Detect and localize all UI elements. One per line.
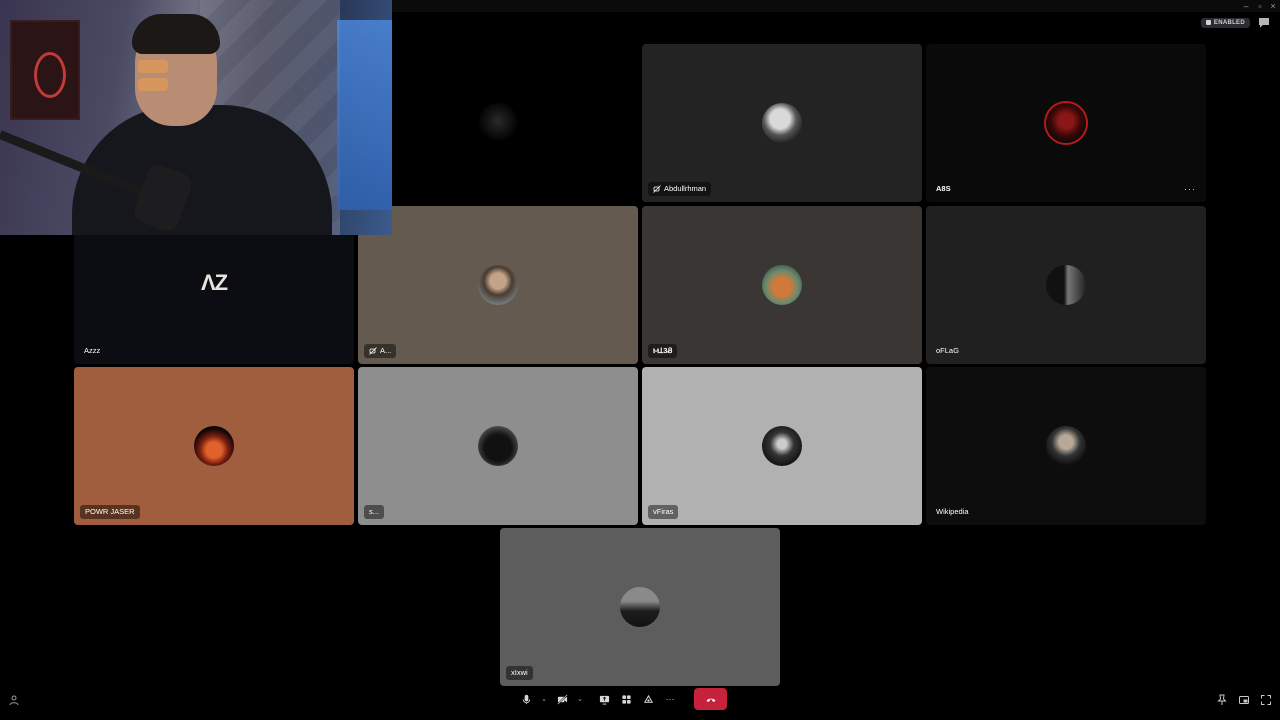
pin-icon[interactable] bbox=[1216, 693, 1228, 705]
participant-tile[interactable]: Abdullrhman bbox=[642, 44, 922, 202]
participant-name-tag: ⲘꞱ3Ᏸ bbox=[648, 344, 678, 358]
participant-name: Wikipedia bbox=[936, 507, 969, 516]
webcam-overlay bbox=[0, 0, 392, 235]
participant-tile[interactable] bbox=[358, 44, 638, 202]
participant-tile[interactable]: A... bbox=[358, 206, 638, 364]
camera-off-icon bbox=[369, 347, 377, 355]
camera-off-icon bbox=[653, 185, 661, 193]
avatar bbox=[762, 265, 802, 305]
participant-name-tag: Wikipedia bbox=[932, 505, 973, 519]
more-options-icon[interactable]: ··· bbox=[662, 691, 678, 707]
participant-tile[interactable]: s... bbox=[358, 367, 638, 525]
activities-icon[interactable] bbox=[618, 691, 634, 707]
participant-name: POWR JASER bbox=[85, 507, 135, 516]
participant-name-tag: s... bbox=[364, 505, 385, 519]
top-right-actions: ENABLED bbox=[1200, 17, 1270, 28]
participant-name: Azzz bbox=[84, 346, 101, 355]
participant-name: vFiras bbox=[653, 507, 674, 516]
avatar-logo: ΛZ bbox=[200, 270, 228, 295]
participant-name-tag: A... bbox=[364, 344, 397, 358]
status-badge-label: ENABLED bbox=[1213, 19, 1245, 26]
avatar bbox=[1046, 103, 1086, 143]
avatar bbox=[478, 265, 518, 305]
participant-name: ⲘꞱ3Ᏸ bbox=[653, 346, 673, 355]
participant-name: A... bbox=[380, 346, 392, 355]
avatar bbox=[1046, 265, 1086, 305]
participant-name-tag: Abdullrhman bbox=[648, 182, 712, 196]
participant-name: xIxwi bbox=[511, 668, 528, 677]
chevron-down-icon[interactable]: ⌄ bbox=[540, 695, 548, 703]
more-options-icon[interactable]: ··· bbox=[1184, 184, 1196, 194]
avatar bbox=[1046, 426, 1086, 466]
end-call-button[interactable] bbox=[694, 688, 727, 710]
cam-glasses bbox=[138, 60, 214, 91]
participant-tile[interactable]: A8S ··· bbox=[926, 44, 1206, 202]
cam-poster bbox=[10, 20, 80, 120]
cam-blue-light bbox=[337, 20, 392, 210]
avatar bbox=[620, 587, 660, 627]
avatar bbox=[194, 426, 234, 466]
participant-tile[interactable]: Wikipedia bbox=[926, 367, 1206, 525]
participant-name-tag: A8S bbox=[932, 182, 955, 196]
voice-settings-icon[interactable] bbox=[8, 693, 20, 706]
participant-name: A8S bbox=[936, 184, 951, 193]
chevron-down-icon[interactable]: ⌄ bbox=[576, 695, 584, 703]
close-icon[interactable]: × bbox=[1267, 1, 1279, 11]
participant-name: Abdullrhman bbox=[664, 184, 707, 193]
microphone-icon[interactable] bbox=[518, 691, 534, 707]
participant-tile[interactable]: xIxwi bbox=[500, 528, 780, 686]
maximize-icon[interactable]: ▫ bbox=[1254, 1, 1266, 11]
participant-tile[interactable]: oFLaG bbox=[926, 206, 1206, 364]
status-badge[interactable]: ENABLED bbox=[1200, 17, 1250, 28]
fullscreen-icon[interactable] bbox=[1260, 693, 1272, 705]
participant-name-tag: oFLaG bbox=[932, 344, 963, 358]
participant-tile[interactable]: vFiras bbox=[642, 367, 922, 525]
participant-name: s... bbox=[369, 507, 380, 516]
avatar bbox=[762, 103, 802, 143]
participant-tile[interactable]: ⲘꞱ3Ᏸ bbox=[642, 206, 922, 364]
chat-icon[interactable] bbox=[1258, 17, 1270, 28]
window-titlebar bbox=[392, 0, 1280, 12]
participant-name-tag: POWR JASER bbox=[80, 505, 140, 519]
avatar bbox=[478, 426, 518, 466]
screen-share-icon[interactable] bbox=[596, 691, 612, 707]
soundboard-icon[interactable] bbox=[640, 691, 656, 707]
cam-person-hair bbox=[132, 14, 220, 54]
participant-name-tag: Azzz bbox=[80, 344, 104, 358]
participant-name: oFLaG bbox=[936, 346, 959, 355]
call-controls: ⌄ ⌄ ··· bbox=[518, 688, 727, 710]
badge-icon bbox=[1205, 20, 1211, 25]
camera-off-icon[interactable] bbox=[554, 691, 570, 707]
end-call-icon bbox=[706, 698, 715, 702]
popout-icon[interactable] bbox=[1238, 693, 1250, 705]
participant-name-tag: xIxwi bbox=[506, 666, 533, 680]
minimize-icon[interactable]: – bbox=[1240, 1, 1252, 11]
avatar bbox=[478, 103, 518, 143]
participant-tile[interactable]: POWR JASER bbox=[74, 367, 354, 525]
avatar bbox=[762, 426, 802, 466]
participant-name-tag: vFiras bbox=[648, 505, 679, 519]
